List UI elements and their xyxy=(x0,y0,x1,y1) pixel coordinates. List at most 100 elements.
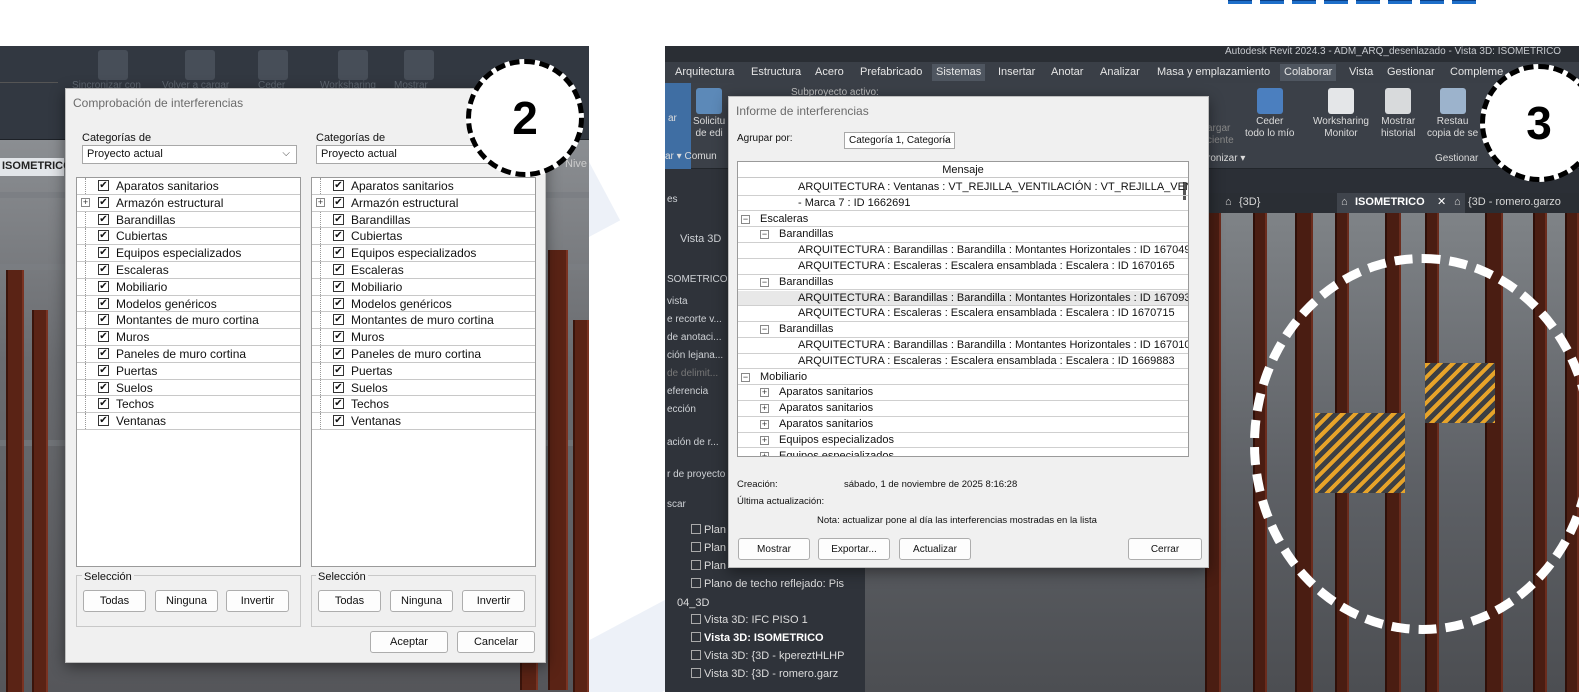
category-row[interactable]: ✔ Paneles de muro cortina xyxy=(77,345,300,363)
ribbon-tab[interactable]: Prefabricado xyxy=(860,66,922,78)
ribbon-tab[interactable]: Arquitectura xyxy=(675,66,734,78)
collapse-icon[interactable]: − xyxy=(760,277,769,287)
invert-selection-button[interactable]: Invertir xyxy=(462,590,525,612)
checkbox[interactable]: ✔ xyxy=(333,381,344,393)
checkbox[interactable]: ✔ xyxy=(98,331,109,343)
category-row[interactable]: ✔ Muros xyxy=(77,329,300,346)
category-row[interactable]: ✔ Modelos genéricos xyxy=(312,295,535,313)
checkbox[interactable]: ✔ xyxy=(333,280,344,292)
checkbox[interactable]: ✔ xyxy=(333,314,344,326)
collapse-icon[interactable]: − xyxy=(760,325,769,335)
interference-row[interactable]: − Barandillas xyxy=(738,322,1188,338)
cancel-button[interactable]: Cancelar xyxy=(457,631,535,653)
expand-icon[interactable]: + xyxy=(316,197,325,207)
property-label[interactable]: ección xyxy=(667,404,696,415)
interference-row[interactable]: + Aparatos sanitarios xyxy=(738,385,1188,402)
checkbox[interactable]: ✔ xyxy=(98,398,109,410)
show-button[interactable]: Mostrar xyxy=(738,538,810,560)
relinquish-icon[interactable] xyxy=(258,50,288,80)
browser-item[interactable]: Plan xyxy=(691,542,726,554)
checkbox[interactable]: ✔ xyxy=(333,180,344,191)
expand-icon[interactable]: + xyxy=(760,435,769,445)
worksharing-icon[interactable] xyxy=(338,50,368,80)
category-source-select-1[interactable]: Proyecto actual ⌵ xyxy=(82,145,297,164)
checkbox[interactable]: ✔ xyxy=(98,381,109,393)
checkbox[interactable]: ✔ xyxy=(333,415,344,427)
ribbon-tab[interactable]: Vista xyxy=(1349,66,1373,78)
checkbox[interactable]: ✔ xyxy=(333,364,344,376)
checkbox[interactable]: ✔ xyxy=(98,415,109,427)
interference-row[interactable]: + Equipos especializados xyxy=(738,449,1188,456)
browser-item[interactable]: Vista 3D: ISOMETRICO xyxy=(691,632,824,644)
request-button[interactable]: Solicitu de edi xyxy=(693,88,725,140)
relinquish-all-button[interactable]: Ceder todo lo mío xyxy=(1245,88,1294,140)
expand-icon[interactable]: + xyxy=(760,451,769,456)
checkbox[interactable]: ✔ xyxy=(98,180,109,191)
category-list-1[interactable]: ✔ Aparatos sanitarios + ✔ Armazón estructura… xyxy=(76,177,301,567)
ribbon-dropdown[interactable] xyxy=(0,65,58,83)
interference-row[interactable]: − Barandillas xyxy=(738,227,1188,244)
interference-tree[interactable]: Mensaje ARQUITECTURA : Ventanas : VT_REJ… xyxy=(737,161,1189,457)
category-row[interactable]: ✔ Cubiertas xyxy=(312,228,535,246)
show-history-icon[interactable] xyxy=(404,50,434,80)
category-row[interactable]: ✔ Equipos especializados xyxy=(312,245,535,262)
interference-row[interactable]: − Barandillas xyxy=(738,275,1188,291)
ribbon-tab[interactable]: Masa y emplazamiento xyxy=(1157,66,1270,78)
ok-button[interactable]: Aceptar xyxy=(370,631,448,653)
property-label[interactable]: SOMETRICO xyxy=(667,274,728,285)
select-none-button[interactable]: Ninguna xyxy=(155,590,218,612)
interference-row[interactable]: ARQUITECTURA : Barandillas : Barandilla … xyxy=(738,290,1188,307)
checkbox[interactable]: ✔ xyxy=(98,364,109,376)
browser-item[interactable]: Vista 3D: {3D - romero.garz xyxy=(691,668,838,680)
property-label[interactable]: de delimit... xyxy=(667,368,718,379)
refresh-button[interactable]: Actualizar xyxy=(899,538,971,560)
collapse-icon[interactable]: − xyxy=(741,214,750,224)
category-row[interactable]: + ✔ Armazón estructural xyxy=(77,195,300,212)
checkbox[interactable]: ✔ xyxy=(98,297,109,309)
property-label[interactable]: ación de r... xyxy=(667,437,719,448)
checkbox[interactable]: ✔ xyxy=(333,297,344,309)
category-row[interactable]: ✔ Mobiliario xyxy=(312,278,535,296)
checkbox[interactable]: ✔ xyxy=(98,280,109,292)
browser-item[interactable]: 04_3D xyxy=(677,597,709,609)
restore-backup-button[interactable]: Restau copia de se xyxy=(1427,88,1478,140)
category-row[interactable]: ✔ Techos xyxy=(77,396,300,414)
category-row[interactable]: ✔ Aparatos sanitarios xyxy=(312,178,535,195)
view-tab-isometrico[interactable]: ISOMETRICO xyxy=(0,158,72,176)
category-row[interactable]: ✔ Paneles de muro cortina xyxy=(312,345,535,363)
checkbox[interactable]: ✔ xyxy=(98,213,109,225)
ribbon-tab[interactable]: Sistemas xyxy=(932,64,986,81)
reload-icon[interactable] xyxy=(185,50,215,80)
ribbon-tab[interactable]: Colaborar xyxy=(1280,64,1337,81)
category-row[interactable]: ✔ Aparatos sanitarios xyxy=(77,178,300,195)
category-row[interactable]: ✔ Techos xyxy=(312,396,535,414)
category-row[interactable]: ✔ Ventanas xyxy=(312,413,535,430)
property-label[interactable]: eferencia xyxy=(667,386,708,397)
interference-row[interactable]: ARQUITECTURA : Barandillas : Barandilla … xyxy=(738,243,1188,259)
checkbox[interactable]: ✔ xyxy=(333,230,344,242)
sync-icon[interactable] xyxy=(98,50,128,80)
invert-selection-button[interactable]: Invertir xyxy=(226,590,289,612)
interference-row[interactable]: ARQUITECTURA : Escaleras : Escalera ensa… xyxy=(738,259,1188,275)
checkbox[interactable]: ✔ xyxy=(98,314,109,326)
interference-row[interactable]: ARQUITECTURA : Escaleras : Escalera ensa… xyxy=(738,306,1188,323)
category-row[interactable]: ✔ Cubiertas xyxy=(77,228,300,246)
ribbon-tab[interactable]: Analizar xyxy=(1100,66,1140,78)
show-history-button[interactable]: Mostrar historial xyxy=(1381,88,1415,140)
property-label[interactable]: r de proyecto xyxy=(667,469,725,480)
checkbox[interactable]: ✔ xyxy=(333,347,344,359)
ribbon-tab[interactable]: Compleme xyxy=(1450,66,1503,78)
checkbox[interactable]: ✔ xyxy=(333,247,344,259)
category-row[interactable]: ✔ Equipos especializados xyxy=(77,245,300,262)
category-row[interactable]: ✔ Mobiliario xyxy=(77,278,300,296)
select-all-button[interactable]: Todas xyxy=(318,590,381,612)
category-row[interactable]: ✔ Muros xyxy=(312,329,535,346)
property-label[interactable]: vista xyxy=(667,296,688,307)
browser-item[interactable]: Plano de techo reflejado: Pis xyxy=(691,578,844,590)
category-row[interactable]: ✔ Ventanas xyxy=(77,413,300,430)
property-label[interactable]: ción lejana... xyxy=(667,350,723,361)
category-list-2[interactable]: ✔ Aparatos sanitarios + ✔ Armazón estructura… xyxy=(311,177,536,567)
category-row[interactable]: ✔ Puertas xyxy=(312,362,535,380)
tab-3d[interactable]: {3D} xyxy=(1239,196,1260,208)
category-row[interactable]: ✔ Barandillas xyxy=(77,211,300,229)
